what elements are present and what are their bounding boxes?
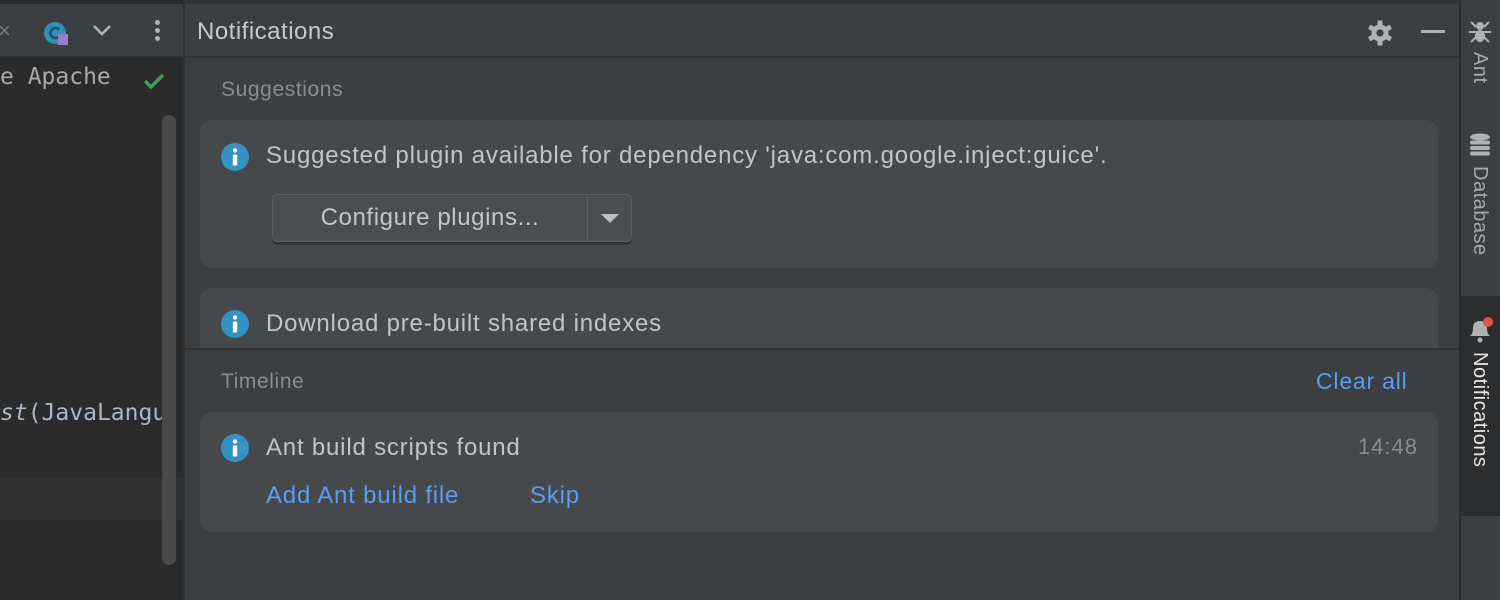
dropdown-arrow-icon[interactable] xyxy=(588,195,631,241)
panel-header: Notifications xyxy=(185,4,1459,58)
tool-tab-notifications[interactable]: Notifications xyxy=(1461,296,1500,516)
code-text-italic: st xyxy=(0,400,28,426)
notification-text: Ant build scripts found xyxy=(266,434,521,461)
info-icon xyxy=(221,434,249,462)
notification-card: Suggested plugin available for dependenc… xyxy=(200,120,1438,268)
editor-toolbar: × xyxy=(0,4,183,57)
tool-tab-label: Database xyxy=(1469,166,1491,256)
database-icon xyxy=(1470,133,1490,156)
info-icon xyxy=(221,310,249,338)
bell-icon xyxy=(1470,317,1493,343)
code-text: e Apache xyxy=(0,64,111,90)
clear-all-link[interactable]: Clear all xyxy=(1316,368,1408,395)
current-line-highlight xyxy=(0,478,183,520)
chevron-down-icon[interactable] xyxy=(90,18,114,42)
tool-window-strip: Ant Database Notifications xyxy=(1461,0,1500,600)
notification-card: Ant build scripts found 14:48 Add Ant bu… xyxy=(200,412,1438,532)
notification-badge xyxy=(1483,317,1493,327)
notifications-panel: Notifications Suggestions Suggested plug… xyxy=(185,0,1459,600)
code-line: e Apache xyxy=(0,64,111,90)
configure-plugins-button[interactable]: Configure plugins... xyxy=(273,195,587,241)
minimize-icon[interactable] xyxy=(1421,22,1445,40)
ant-icon xyxy=(1469,21,1491,43)
more-vertical-icon[interactable] xyxy=(148,18,166,44)
configure-plugins-split-button: Configure plugins... xyxy=(272,194,632,242)
checkmark-icon xyxy=(143,73,165,90)
skip-link[interactable]: Skip xyxy=(530,482,580,510)
notification-card: Download pre-built shared indexes xyxy=(200,288,1438,348)
editor-scrollbar[interactable] xyxy=(162,115,176,565)
notification-text: Download pre-built shared indexes xyxy=(266,310,662,337)
tool-tab-database[interactable]: Database xyxy=(1461,120,1500,290)
tool-tab-ant[interactable]: Ant xyxy=(1461,0,1500,110)
sections-splitter[interactable] xyxy=(185,348,1459,350)
code-text: (JavaLangu xyxy=(27,400,167,426)
notification-text: Suggested plugin available for dependenc… xyxy=(266,142,1108,169)
tool-tab-label: Ant xyxy=(1469,52,1491,84)
panel-title: Notifications xyxy=(197,18,335,45)
notification-time: 14:48 xyxy=(1357,434,1418,459)
timeline-label: Timeline xyxy=(221,370,305,393)
editor-area: × e Apache st(JavaLangu xyxy=(0,0,183,600)
add-ant-build-file-link[interactable]: Add Ant build file xyxy=(266,482,459,510)
suggestions-label: Suggestions xyxy=(221,78,344,101)
plugin-logo-icon[interactable] xyxy=(44,21,68,45)
code-line: st(JavaLangu xyxy=(0,400,166,426)
close-icon[interactable]: × xyxy=(0,18,11,44)
gear-icon[interactable] xyxy=(1367,20,1393,46)
info-icon xyxy=(221,143,249,171)
tool-tab-label: Notifications xyxy=(1469,352,1491,468)
